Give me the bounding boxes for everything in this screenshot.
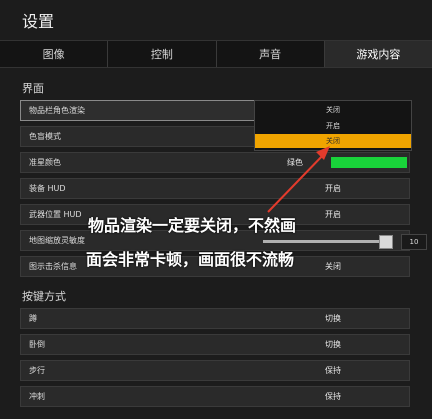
setting-value: 切换 — [325, 340, 341, 349]
slider-thumb[interactable] — [378, 235, 393, 249]
setting-label: 色盲模式 — [29, 132, 61, 141]
setting-row-crouch[interactable]: 蹲 切换 — [20, 308, 410, 329]
setting-value: 开启 — [325, 210, 341, 219]
slider-fill — [263, 240, 385, 243]
setting-label: 蹲 — [29, 314, 37, 323]
setting-label: 物品栏角色渲染 — [29, 106, 85, 115]
dropdown-option-off[interactable]: 关闭 — [255, 134, 411, 148]
tab-controls[interactable]: 控制 — [108, 41, 217, 67]
setting-row-sprint[interactable]: 冲刺 保持 — [20, 386, 410, 407]
setting-label: 武器位置 HUD — [29, 210, 82, 219]
annotation-line-1: 物品渲染一定要关闭，不然画 — [88, 216, 297, 235]
setting-value: 切换 — [325, 314, 341, 323]
sensitivity-value[interactable]: 10 — [401, 234, 427, 250]
tab-game-content[interactable]: 游戏内容 — [324, 41, 432, 67]
section-key-mode: 按键方式 — [22, 290, 66, 303]
setting-label: 装备 HUD — [29, 184, 66, 193]
setting-row-crosshair-color[interactable]: 准星颜色 绿色 — [20, 152, 410, 173]
crosshair-color-swatch — [331, 157, 407, 168]
setting-value: 绿色 — [287, 158, 303, 167]
setting-label: 地图缩放灵敏度 — [29, 236, 85, 245]
dropdown-current-value[interactable]: 关闭 — [255, 103, 411, 117]
setting-value: 保持 — [325, 366, 341, 375]
sensitivity-slider[interactable] — [263, 235, 393, 249]
setting-label: 冲刺 — [29, 392, 45, 401]
setting-row-equipment-hud[interactable]: 装备 HUD 开启 — [20, 178, 410, 199]
render-dropdown[interactable]: 关闭 开启 关闭 — [254, 100, 412, 151]
setting-value: 关闭 — [325, 262, 341, 271]
setting-label: 步行 — [29, 366, 45, 375]
setting-row-walk[interactable]: 步行 保持 — [20, 360, 410, 381]
tab-graphics[interactable]: 图像 — [0, 41, 109, 67]
setting-row-prone[interactable]: 卧倒 切换 — [20, 334, 410, 355]
annotation-line-2: 面会非常卡顿，画面很不流畅 — [86, 250, 295, 269]
section-interface: 界面 — [22, 82, 44, 95]
setting-value: 开启 — [325, 184, 341, 193]
setting-label: 准星颜色 — [29, 158, 61, 167]
dropdown-option-on[interactable]: 开启 — [255, 119, 411, 133]
tab-audio[interactable]: 声音 — [217, 41, 325, 67]
page-title: 设置 — [22, 12, 55, 31]
settings-tabs: 图像 控制 声音 游戏内容 — [0, 40, 432, 68]
setting-label: 图示击杀信息 — [29, 262, 77, 271]
setting-label: 卧倒 — [29, 340, 45, 349]
setting-value: 保持 — [325, 392, 341, 401]
